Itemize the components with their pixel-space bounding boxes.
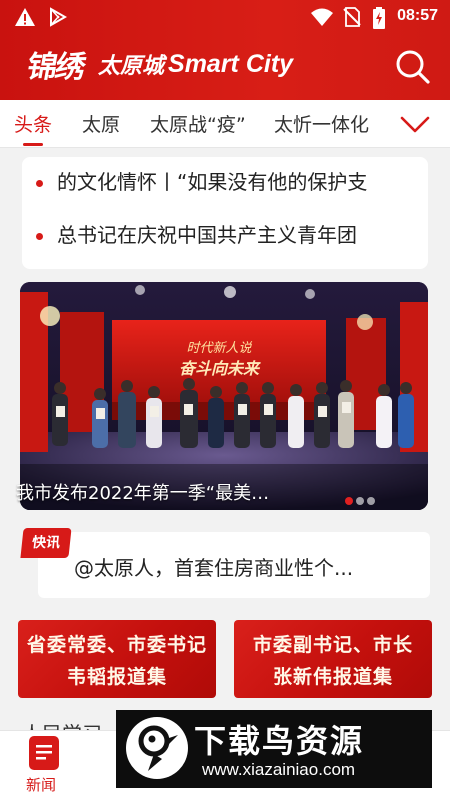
warning-icon [15,8,35,26]
brand-english-name: Smart City [168,49,294,78]
ticker-item[interactable]: 的文化情怀丨“如果没有他的保护支 [36,166,426,196]
tab-headlines[interactable]: 头条 [14,110,52,137]
watermark-title: 下载鸟资源 [194,722,365,760]
stage-subtitle: 奋斗向未来 [179,359,261,378]
headline-ticker: 的文化情怀丨“如果没有他的保护支 总书记在庆祝中国共产主义青年团 [22,157,428,269]
battery-charging-icon [373,7,385,29]
report-button-secretary[interactable]: 省委常委、市委书记 韦韬报道集 [18,620,216,698]
report-title-line2: 张新伟报道集 [272,666,393,688]
flash-news[interactable]: 快讯 @太原人，首套住房商业性个... [20,528,430,598]
report-title-line2: 韦韬报道集 [66,666,167,688]
bullet-icon [36,233,43,240]
status-time: 08:57 [397,7,438,24]
carousel-dot [367,497,375,505]
report-title-line1: 市委副书记、市长 [252,634,413,656]
carousel-dot [345,497,353,505]
nav-item-news[interactable]: 新闻 [24,736,64,794]
ticker-item-text: 总书记在庆祝中国共产主义青年团 [57,223,357,247]
news-icon [29,736,59,770]
banner-image: 时代新人说 奋斗向未来 [20,282,428,510]
app-header: 08:57 锦绣 太原城 Smart City [0,0,450,100]
ticker-item-text: 的文化情怀丨“如果没有他的保护支 [57,170,368,194]
brand-chinese-name: 太原城 [98,54,165,79]
carousel-dot [356,497,364,505]
channel-tabs: 头条 太原 太原战“疫” 太忻一体化 [0,100,450,148]
chevron-down-icon[interactable] [398,110,432,138]
bullet-icon [36,180,43,187]
app-logo: 锦绣 太原城 Smart City [24,40,294,88]
no-sim-icon [343,7,361,27]
ticker-item[interactable]: 总书记在庆祝中国共产主义青年团 [36,219,426,249]
bird-logo-icon [126,717,188,779]
tab-taixin-integration[interactable]: 太忻一体化 [274,110,369,137]
tab-taiyuan[interactable]: 太原 [82,110,120,137]
search-icon[interactable] [394,48,432,86]
flash-news-text: @太原人，首套住房商业性个... [74,556,354,580]
watermark-url: www.xiazainiao.com [202,760,356,779]
brand-calligraphy: 锦绣 [24,50,87,85]
watermark-overlay: 下载鸟资源 www.xiazainiao.com [116,710,432,788]
active-tab-indicator [23,143,43,146]
nav-item-label: 新闻 [26,776,57,794]
wifi-icon [311,8,333,26]
stage-title: 时代新人说 [186,341,252,356]
status-bar: 08:57 [0,0,450,34]
report-title-line1: 省委常委、市委书记 [26,634,207,656]
banner-caption[interactable]: 我市发布2022年第一季“最美… [16,479,269,505]
report-button-mayor[interactable]: 市委副书记、市长 张新伟报道集 [234,620,432,698]
banner-carousel[interactable]: 时代新人说 奋斗向未来 [20,282,428,510]
play-store-icon [50,7,68,27]
carousel-indicators [345,490,378,509]
tab-taiyuan-epidemic[interactable]: 太原战“疫” [150,110,246,137]
flash-badge: 快讯 [20,528,72,558]
